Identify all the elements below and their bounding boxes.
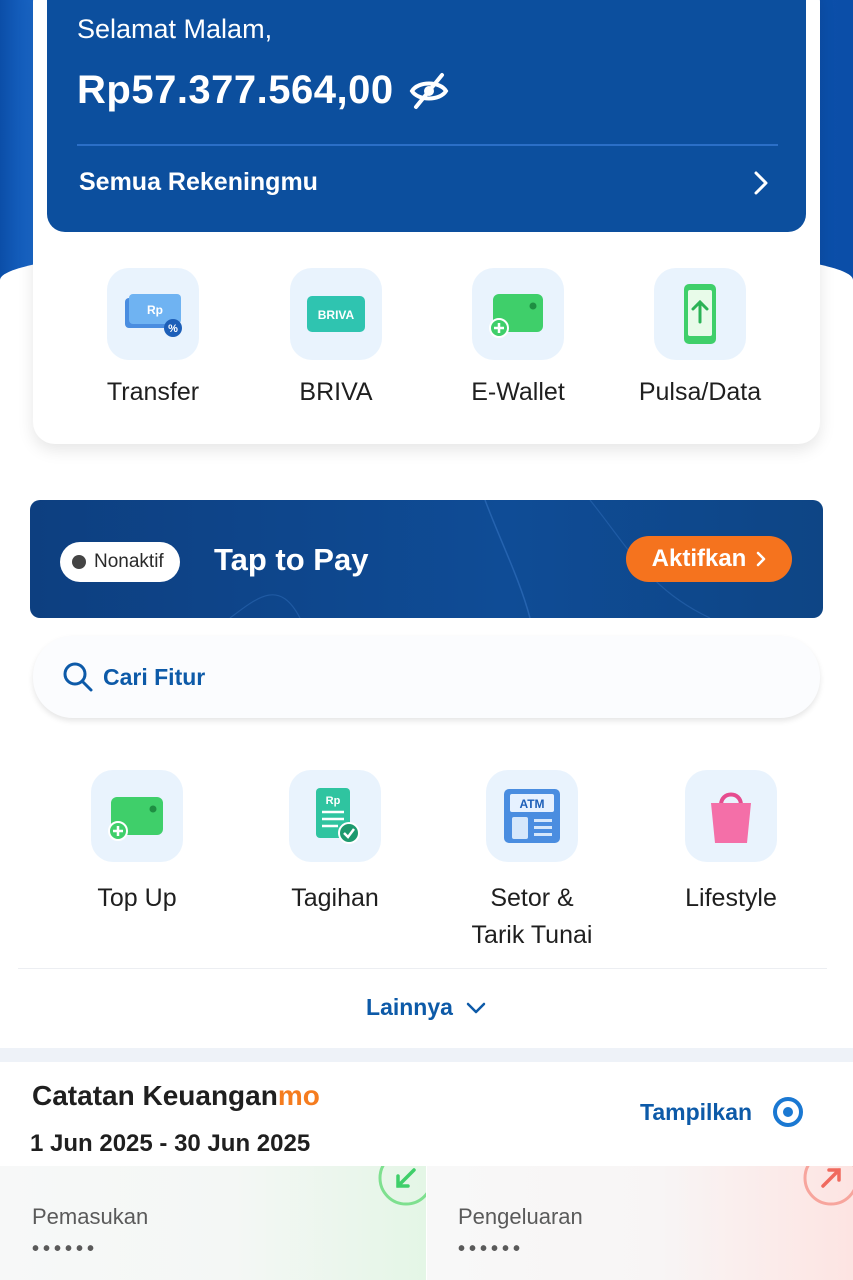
chevron-right-icon [754,171,768,194]
search-icon [63,662,93,692]
svg-text:%: % [168,323,178,335]
show-balance-button[interactable]: Tampilkan [640,1096,804,1128]
balance-row: Rp57.377.564,00 [77,68,450,113]
feature-setor-tarik[interactable]: ATM Setor & Tarik Tunai [432,770,632,954]
feature-label: Setor & Tarik Tunai [432,880,632,954]
section-separator [0,1048,853,1062]
feature-label: Lifestyle [685,884,777,912]
activate-label: Aktifkan [651,545,747,572]
balance-amount: Rp57.377.564,00 [77,68,394,112]
income-arrow-icon [378,1166,426,1206]
feature-grid: Top Up Rp Tagihan ATM Setor & Tarik Tuna… [0,770,853,960]
panel-divider [77,144,778,146]
atm-icon: ATM [486,770,578,862]
feature-label-line1: Setor & [490,884,574,912]
status-badge: Nonaktif [60,542,180,582]
svg-text:ATM: ATM [519,797,544,811]
feature-label: Tagihan [291,884,379,912]
finance-date-range: 1 Jun 2025 - 30 Jun 2025 [30,1130,311,1157]
status-text: Nonaktif [94,551,164,572]
tap-to-pay-title: Tap to Pay [214,542,369,577]
finance-title: Catatan Keuanganmo [32,1080,320,1112]
search-input[interactable]: Cari Fitur [33,636,820,718]
expense-card[interactable]: Pengeluaran •••••• [427,1166,853,1280]
quick-action-label: Pulsa/Data [638,378,762,406]
quick-action-label: BRIVA [299,378,373,406]
eye-off-icon[interactable] [408,71,450,111]
section-divider [18,968,827,969]
tap-to-pay-banner[interactable]: Nonaktif Tap to Pay Aktifkan [30,500,823,618]
svg-text:BRIVA: BRIVA [318,308,355,322]
income-label: Pemasukan [32,1204,149,1229]
feature-lifestyle[interactable]: Lifestyle [631,770,831,917]
finance-title-text: Catatan Keuangan [32,1080,278,1111]
quick-action-transfer[interactable]: Rp % Transfer [68,268,238,407]
quick-action-label: Transfer [106,378,200,406]
quick-actions: Rp % Transfer BRIVA BRIVA E-Wallet Pulsa… [33,268,820,418]
more-button[interactable]: Lainnya [0,994,853,1021]
expense-value: •••••• [458,1238,525,1260]
svg-text:Rp: Rp [326,795,341,807]
income-value: •••••• [32,1238,99,1260]
more-label: Lainnya [366,994,453,1020]
transfer-icon: Rp % [107,268,199,360]
phone-icon [654,268,746,360]
svg-text:Rp: Rp [147,303,163,317]
feature-tagihan[interactable]: Rp Tagihan [235,770,435,917]
greeting-text: Selamat Malam, [77,14,273,44]
quick-action-label: E-Wallet [471,378,565,406]
chevron-right-icon [757,551,766,567]
quick-action-ewallet[interactable]: E-Wallet [433,268,603,407]
shopping-bag-icon [685,770,777,862]
income-card[interactable]: Pemasukan •••••• [0,1166,426,1280]
quick-action-briva[interactable]: BRIVA BRIVA [251,268,421,407]
expense-arrow-icon [803,1166,853,1206]
bill-icon: Rp [289,770,381,862]
search-placeholder: Cari Fitur [103,663,206,690]
wallet-icon [91,770,183,862]
briva-icon: BRIVA [290,268,382,360]
quick-action-pulsa[interactable]: Pulsa/Data [615,268,785,407]
all-accounts-label: Semua Rekeningmu [79,168,318,196]
feature-label-line2: Tarik Tunai [471,921,593,949]
chevron-down-icon [466,1002,486,1013]
eye-icon [773,1097,804,1127]
all-accounts-link[interactable]: Semua Rekeningmu [79,168,770,197]
finance-title-suffix: mo [277,1080,320,1111]
expense-label: Pengeluaran [458,1204,583,1229]
status-dot [72,555,86,569]
show-label: Tampilkan [640,1098,753,1125]
wallet-icon [472,268,564,360]
activate-button[interactable]: Aktifkan [626,536,792,582]
feature-label: Top Up [97,884,177,912]
feature-top-up[interactable]: Top Up [37,770,237,917]
balance-panel: Selamat Malam, Rp57.377.564,00 Semua Rek… [47,0,806,232]
